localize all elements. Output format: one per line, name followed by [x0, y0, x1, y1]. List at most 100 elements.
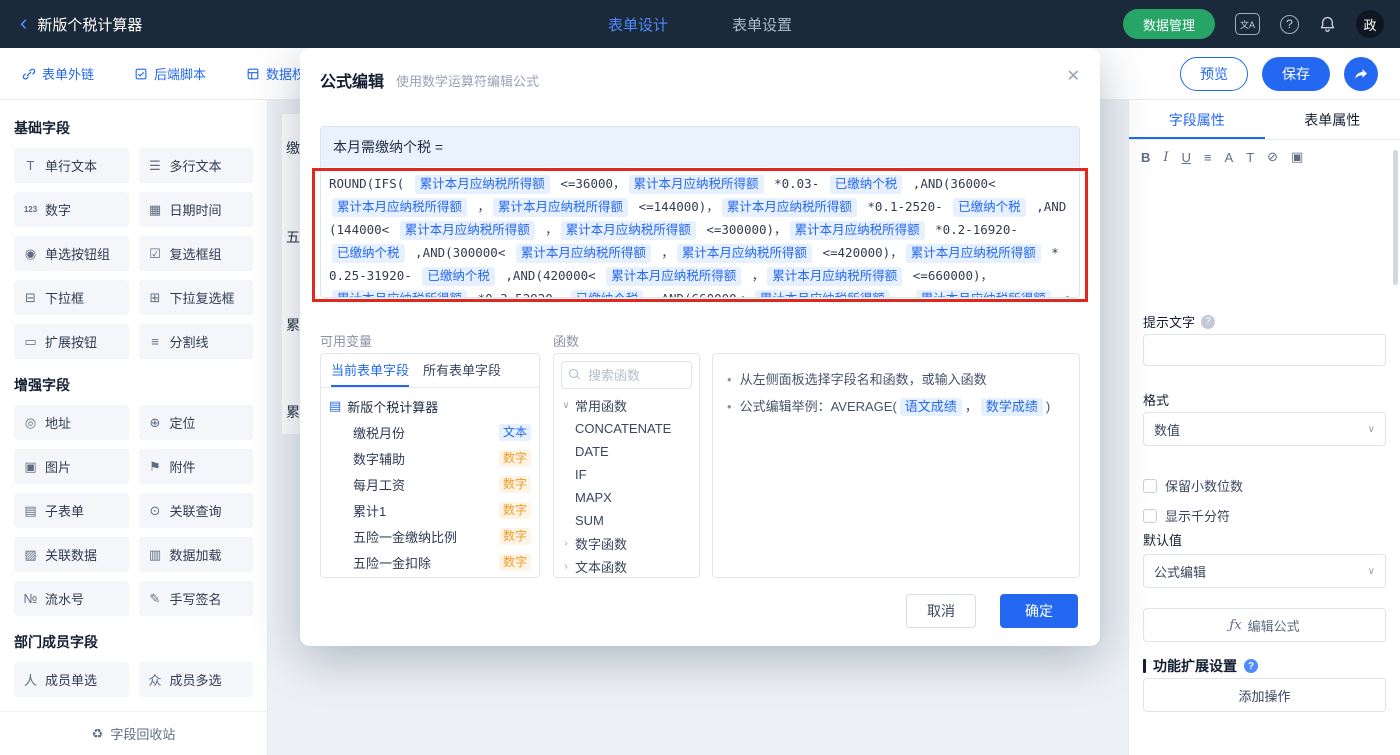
field-token[interactable]: 累计本月应纳税所得额: [516, 244, 651, 263]
insert-image-icon[interactable]: ▣: [1291, 149, 1303, 165]
field-token[interactable]: 累计本月应纳税所得额: [561, 221, 696, 240]
function-item[interactable]: CONCATENATE: [554, 417, 699, 440]
align-icon[interactable]: ≡: [1204, 150, 1212, 165]
sidebar-item[interactable]: ✎手写签名: [139, 581, 254, 616]
field-token[interactable]: 累计本月应纳税所得额: [916, 290, 1051, 298]
sidebar-item[interactable]: ⊟下拉框: [14, 280, 129, 315]
sidebar-item[interactable]: ◎地址: [14, 405, 129, 440]
sidebar-item[interactable]: ▣图片: [14, 449, 129, 484]
thousands-checkbox[interactable]: 显示千分符: [1143, 506, 1230, 525]
function-item[interactable]: SUM: [554, 509, 699, 532]
variable-field-row[interactable]: 数字辅助数字: [329, 445, 531, 471]
sidebar-item[interactable]: T单行文本: [14, 148, 129, 183]
default-value-select[interactable]: 公式编辑 ∨: [1143, 554, 1386, 588]
sidebar-item[interactable]: ▤子表单: [14, 493, 129, 528]
preview-button[interactable]: 预览: [1180, 57, 1248, 91]
avatar[interactable]: 政: [1356, 10, 1384, 38]
help-badge-icon[interactable]: ?: [1244, 659, 1258, 673]
font-size-icon[interactable]: T: [1246, 150, 1254, 165]
subtoolbar-link-2[interactable]: 后端脚本: [134, 64, 206, 83]
topbar-tab-1[interactable]: 表单设计: [608, 14, 668, 35]
checkbox-icon[interactable]: [1143, 479, 1157, 493]
field-token[interactable]: 累计本月应纳税所得额: [332, 198, 467, 217]
field-token[interactable]: 累计本月应纳税所得额: [606, 267, 741, 286]
field-token[interactable]: 累计本月应纳税所得额: [722, 198, 857, 217]
field-token[interactable]: 累计本月应纳税所得额: [400, 221, 535, 240]
sidebar-item[interactable]: ▭扩展按钮: [14, 324, 129, 359]
checkbox-icon[interactable]: [1143, 509, 1157, 523]
close-icon[interactable]: ✕: [1067, 66, 1080, 86]
bold-icon[interactable]: B: [1141, 150, 1150, 165]
translate-icon[interactable]: 文A: [1235, 13, 1260, 35]
topbar-tab-2[interactable]: 表单设置: [732, 14, 792, 35]
field-token[interactable]: 累计本月应纳税所得额: [767, 267, 902, 286]
sidebar-item[interactable]: ⊕定位: [139, 405, 254, 440]
sidebar-item[interactable]: ▦日期时间: [139, 192, 254, 227]
function-item[interactable]: IF: [554, 463, 699, 486]
confirm-button[interactable]: 确定: [1000, 594, 1078, 628]
field-token[interactable]: 累计本月应纳税所得额: [629, 175, 764, 194]
field-token[interactable]: 已缴纳个税: [332, 244, 405, 263]
share-button[interactable]: [1344, 57, 1378, 91]
italic-icon[interactable]: I: [1163, 150, 1168, 165]
field-token[interactable]: 累计本月应纳税所得额: [755, 290, 890, 298]
properties-tab-2[interactable]: 表单属性: [1265, 100, 1400, 139]
field-token[interactable]: 已缴纳个税: [422, 267, 495, 286]
function-item[interactable]: MAPX: [554, 486, 699, 509]
variable-field-row[interactable]: 累计1数字: [329, 497, 531, 523]
sidebar-item[interactable]: ▥数据加载: [139, 537, 254, 572]
sidebar-item[interactable]: ⊞下拉复选框: [139, 280, 254, 315]
field-token[interactable]: 累计本月应纳税所得额: [906, 244, 1041, 263]
save-button[interactable]: 保存: [1262, 57, 1330, 91]
field-token[interactable]: 已缴纳个税: [953, 198, 1026, 217]
decimal-checkbox[interactable]: 保留小数位数: [1143, 476, 1243, 495]
sidebar-item[interactable]: ⊙关联查询: [139, 493, 254, 528]
subtoolbar-link-3[interactable]: 数据权: [246, 64, 305, 83]
bell-icon[interactable]: [1319, 16, 1336, 33]
sidebar-item[interactable]: ◉单选按钮组: [14, 236, 129, 271]
font-color-icon[interactable]: A: [1225, 150, 1234, 165]
clear-format-icon[interactable]: ⊘: [1267, 149, 1278, 165]
sidebar-item[interactable]: ☑复选框组: [139, 236, 254, 271]
field-recycle-bin[interactable]: ♻ 字段回收站: [0, 711, 267, 755]
variables-tab-1[interactable]: 当前表单字段: [331, 354, 409, 387]
sidebar-item[interactable]: ≡分割线: [139, 324, 254, 359]
function-item[interactable]: DATE: [554, 440, 699, 463]
back-icon[interactable]: ‹: [20, 12, 27, 34]
tree-root[interactable]: ▤新版个税计算器: [329, 393, 531, 419]
field-token[interactable]: 累计本月应纳税所得额: [790, 221, 925, 240]
sidebar-item[interactable]: ▨关联数据: [14, 537, 129, 572]
field-token[interactable]: 累计本月应纳税所得额: [415, 175, 550, 194]
help-icon[interactable]: ?: [1280, 15, 1299, 34]
sidebar-item[interactable]: 众成员多选: [139, 662, 254, 697]
add-action-button[interactable]: 添加操作: [1143, 678, 1386, 712]
format-select[interactable]: 数值 ∨: [1143, 412, 1386, 446]
edit-formula-button[interactable]: ƒx 编辑公式: [1143, 608, 1386, 642]
hint-text-input[interactable]: [1143, 334, 1386, 366]
field-token[interactable]: 累计本月应纳税所得额: [332, 290, 467, 298]
variables-tab-2[interactable]: 所有表单字段: [423, 354, 501, 387]
sidebar-item[interactable]: №流水号: [14, 581, 129, 616]
sidebar-item[interactable]: ⚑附件: [139, 449, 254, 484]
formula-editor[interactable]: ROUND(IFS( 累计本月应纳税所得额 <=36000，累计本月应纳税所得额…: [321, 167, 1079, 298]
help-badge-icon[interactable]: ?: [1201, 315, 1215, 329]
function-group[interactable]: ›数字函数: [554, 532, 699, 555]
variable-field-row[interactable]: 缴税月份文本: [329, 419, 531, 445]
variable-field-row[interactable]: 五险一金缴纳比例数字: [329, 523, 531, 549]
sidebar-item[interactable]: 123数字: [14, 192, 129, 227]
variable-field-row[interactable]: 五险一金扣除数字: [329, 549, 531, 575]
field-token[interactable]: 累计本月应纳税所得额: [493, 198, 628, 217]
sidebar-item[interactable]: ☰多行文本: [139, 148, 254, 183]
scrollbar[interactable]: [1393, 150, 1398, 285]
field-token[interactable]: 已缴纳个税: [571, 290, 644, 298]
cancel-button[interactable]: 取消: [906, 594, 976, 628]
underline-icon[interactable]: U: [1182, 150, 1191, 165]
properties-tab-1[interactable]: 字段属性: [1129, 100, 1265, 139]
sidebar-item[interactable]: 人成员单选: [14, 662, 129, 697]
function-group[interactable]: ›文本函数: [554, 555, 699, 578]
field-token[interactable]: 已缴纳个税: [830, 175, 903, 194]
data-manage-button[interactable]: 数据管理: [1123, 9, 1215, 39]
function-group[interactable]: ∨常用函数: [554, 394, 699, 417]
field-token[interactable]: 累计本月应纳税所得额: [677, 244, 812, 263]
function-search-input[interactable]: [586, 367, 684, 384]
